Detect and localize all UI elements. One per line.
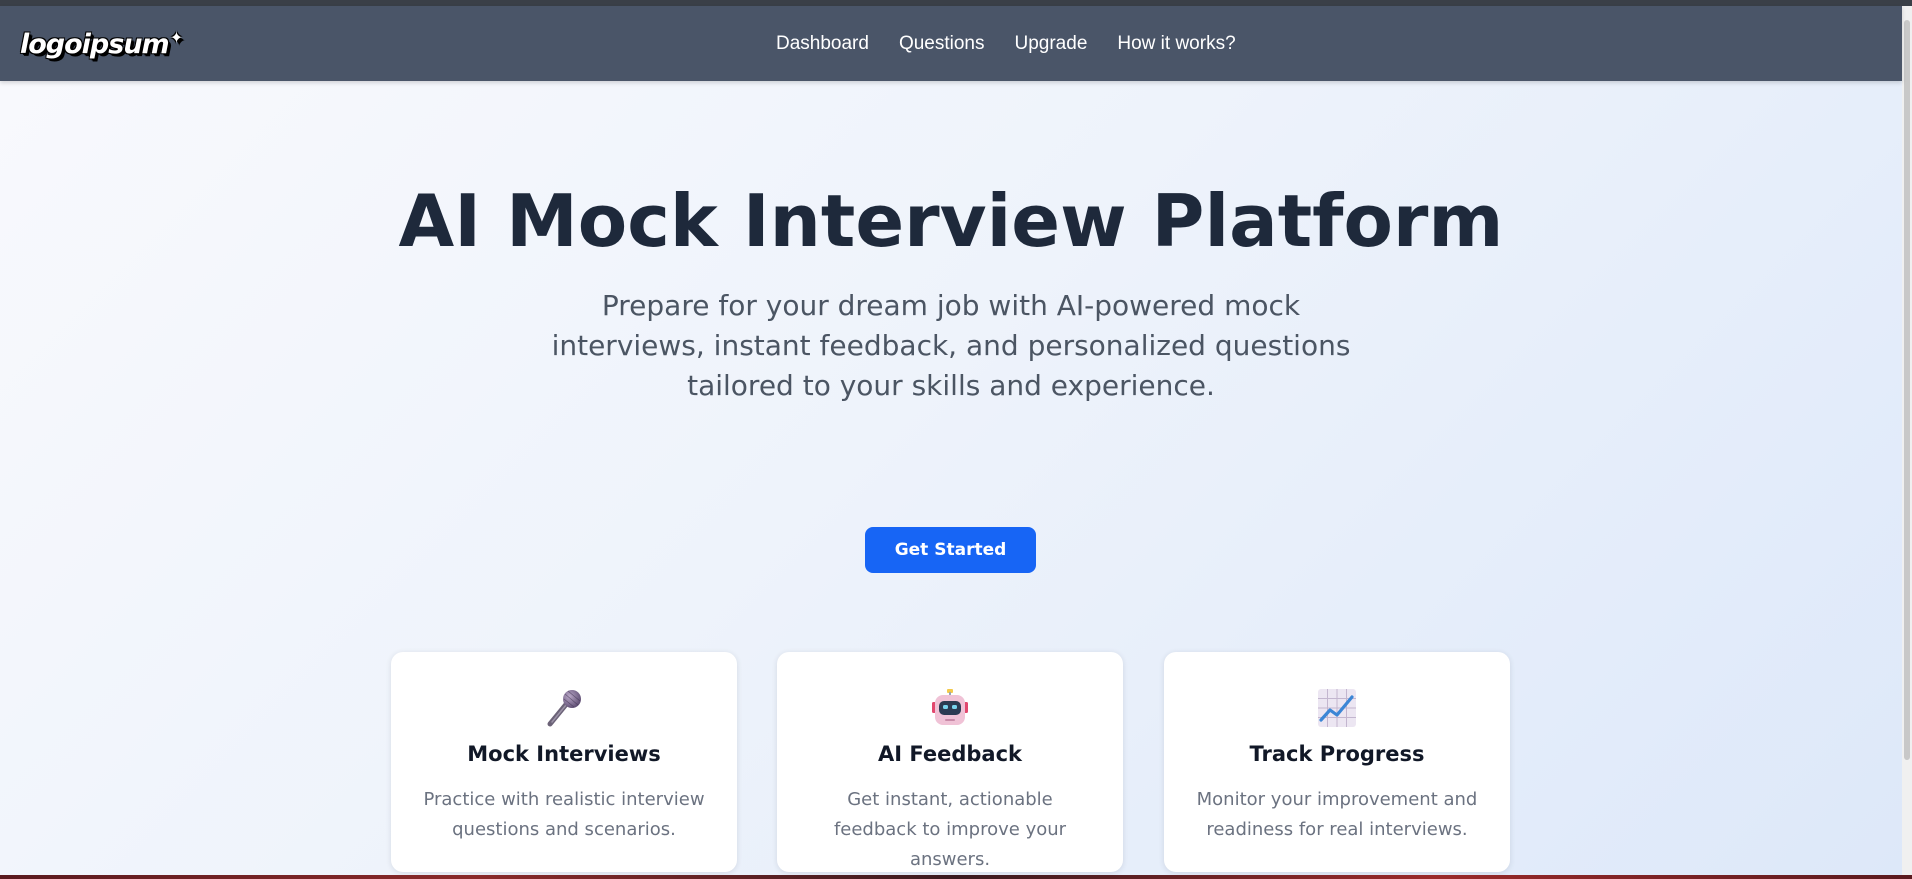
nav-link-dashboard[interactable]: Dashboard: [776, 33, 869, 55]
hero-title: AI Mock Interview Platform: [398, 179, 1504, 263]
feature-title: Mock Interviews: [467, 742, 661, 766]
feature-description: Practice with realistic interview questi…: [423, 789, 705, 840]
bottom-strip: [0, 875, 1912, 879]
main-content: AI Mock Interview Platform Prepare for y…: [0, 81, 1902, 875]
feature-card-ai-feedback: AI Feedback Get instant, actionable feed…: [777, 652, 1123, 872]
feature-title: AI Feedback: [877, 742, 1022, 766]
nav-links: Dashboard Questions Upgrade How it works…: [776, 6, 1266, 81]
feature-description: Get instant, actionable feedback to impr…: [833, 789, 1067, 870]
logo-text: logoipsum: [20, 28, 170, 60]
get-started-button[interactable]: Get Started: [865, 527, 1036, 573]
feature-description: Monitor your improvement and readiness f…: [1196, 789, 1478, 840]
nav-link-questions[interactable]: Questions: [899, 33, 985, 55]
feature-card-mock-interviews: Mock Interviews Practice with realistic …: [391, 652, 737, 872]
scrollbar-thumb[interactable]: [1904, 20, 1910, 760]
sparkle-icon: ✦: [169, 27, 183, 47]
scrollbar[interactable]: [1902, 6, 1912, 875]
robot-icon: [932, 689, 968, 725]
microphone-icon: [547, 690, 581, 727]
chart-increasing-icon: [1318, 689, 1356, 727]
logo[interactable]: logoipsum ✦: [20, 26, 183, 62]
hero-subtitle: Prepare for your dream job with AI-power…: [551, 289, 1351, 402]
nav-link-upgrade[interactable]: Upgrade: [1015, 33, 1088, 55]
nav-link-how-it-works[interactable]: How it works?: [1117, 33, 1235, 55]
feature-card-track-progress: Track Progress Monitor your improvement …: [1164, 652, 1510, 872]
navbar: logoipsum ✦ Dashboard Questions Upgrade H…: [0, 6, 1902, 81]
feature-title: Track Progress: [1249, 742, 1425, 766]
